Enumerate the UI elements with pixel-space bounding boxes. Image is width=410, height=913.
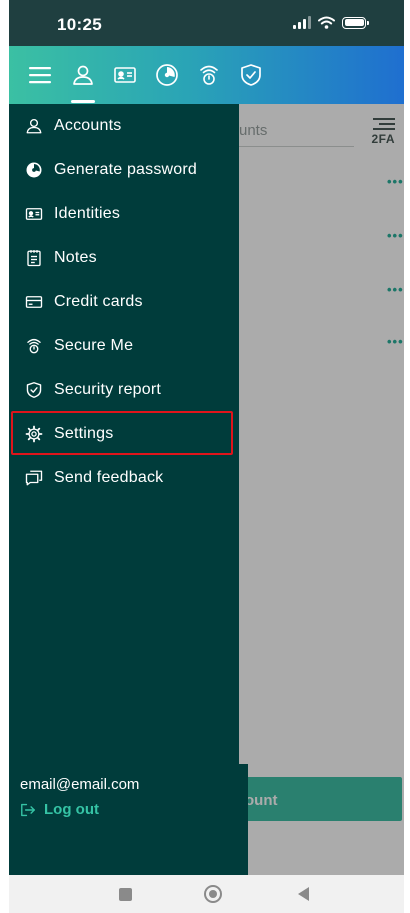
drawer-item-accounts[interactable]: Accounts <box>9 104 239 148</box>
drawer-item-label: Notes <box>54 249 97 266</box>
identities-icon[interactable] <box>112 62 138 88</box>
logout-label: Log out <box>44 801 99 818</box>
drawer-item-notes[interactable]: Notes <box>9 236 239 280</box>
drawer-item-label: Identities <box>54 205 121 222</box>
wifi-icon <box>318 16 335 29</box>
drawer-item-label: Settings <box>54 425 114 442</box>
drawer-item-label: Secure Me <box>54 337 134 354</box>
battery-icon <box>342 16 369 29</box>
drawer-item-security-report[interactable]: Security report <box>9 368 239 412</box>
drawer-item-label: Credit cards <box>54 293 143 310</box>
recents-button[interactable] <box>119 888 132 901</box>
status-bar: 10:25 <box>9 0 404 46</box>
secure-me-icon <box>24 336 44 356</box>
back-button[interactable] <box>298 887 309 901</box>
drawer-item-label: Send feedback <box>54 469 164 486</box>
logout-button[interactable]: Log out <box>20 801 99 818</box>
user-icon <box>24 116 44 136</box>
system-navigation-bar <box>9 875 404 913</box>
home-button[interactable] <box>204 885 222 903</box>
phone-screen: 10:25 unts 2FA ••• ••• ••• ••• ount Acco… <box>9 0 404 913</box>
drawer-item-settings[interactable]: Settings <box>9 412 239 456</box>
app-toolbar <box>9 46 404 104</box>
security-report-icon[interactable] <box>238 62 264 88</box>
drawer-item-credit-cards[interactable]: Credit cards <box>9 280 239 324</box>
gear-icon <box>24 424 44 444</box>
navigation-drawer: Accounts Generate password Identities No… <box>9 104 239 875</box>
drawer-item-label: Accounts <box>54 117 122 134</box>
shield-icon <box>24 380 44 400</box>
menu-icon[interactable] <box>27 62 53 88</box>
generate-password-icon <box>24 160 44 180</box>
status-time: 10:25 <box>57 15 102 34</box>
drawer-item-send-feedback[interactable]: Send feedback <box>9 456 239 500</box>
account-email: email@email.com <box>20 776 140 793</box>
drawer-item-label: Security report <box>54 381 162 398</box>
drawer-item-identities[interactable]: Identities <box>9 192 239 236</box>
cellular-signal-icon <box>293 16 311 29</box>
drawer-item-generate-password[interactable]: Generate password <box>9 148 239 192</box>
secure-me-icon[interactable] <box>196 62 222 88</box>
generate-password-icon[interactable] <box>154 62 180 88</box>
id-card-icon <box>24 204 44 224</box>
credit-card-icon <box>24 292 44 312</box>
logout-icon <box>20 802 38 818</box>
accounts-icon[interactable] <box>70 62 96 88</box>
drawer-item-secure-me[interactable]: Secure Me <box>9 324 239 368</box>
feedback-icon <box>24 468 44 488</box>
notes-icon <box>24 248 44 268</box>
status-icons <box>293 16 369 29</box>
drawer-item-label: Generate password <box>54 161 198 178</box>
active-tab-indicator <box>71 100 95 103</box>
